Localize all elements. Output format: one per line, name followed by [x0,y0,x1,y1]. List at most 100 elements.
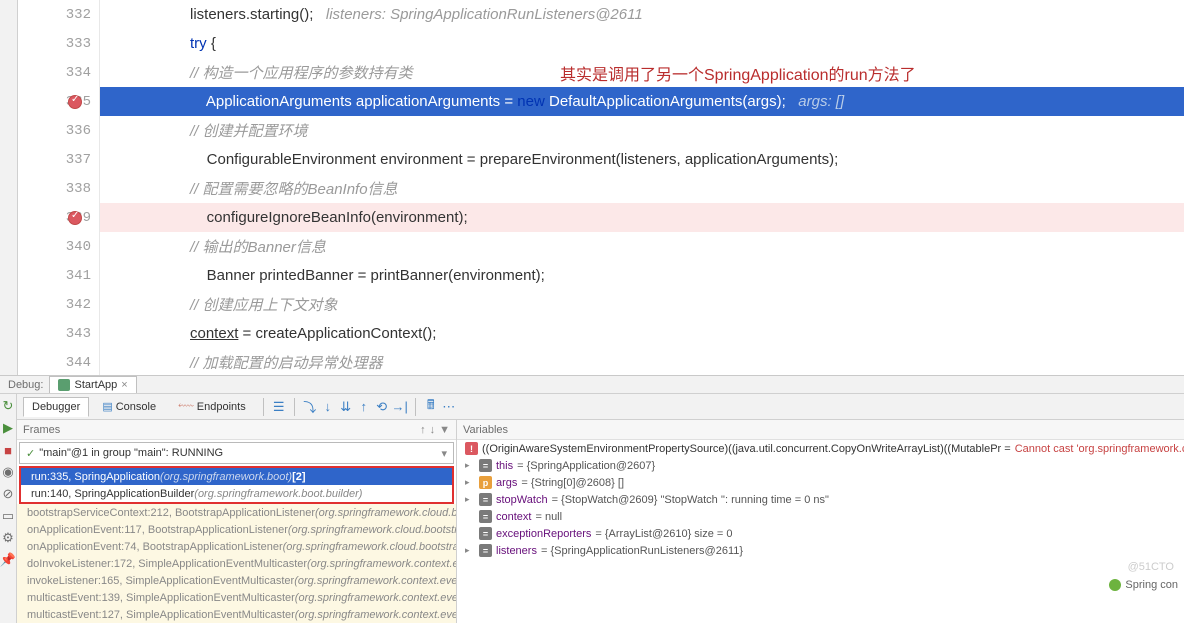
pin-icon[interactable]: 📌 [0,552,16,568]
code-editor: 332333334335336337338339340341342343344 … [0,0,1184,375]
stack-frame[interactable]: run:335, SpringApplication (org.springfr… [21,468,452,485]
tab-console[interactable]: ▤Console [93,396,165,417]
variable-row[interactable]: ▸=listeners = {SpringApplicationRunListe… [457,542,1184,559]
line-number[interactable]: 337 [0,145,99,174]
debug-header: Debug: StartApp × [0,376,1184,394]
line-number[interactable]: 333 [0,29,99,58]
spring-icon [1109,579,1121,591]
code-line[interactable]: // 输出的Banner信息 [100,232,1184,261]
force-step-into-icon[interactable]: ⇊ [339,400,353,414]
code-line[interactable]: listeners.starting(); listeners: SpringA… [100,0,1184,29]
stop-icon[interactable]: ■ [0,442,16,458]
code-line[interactable]: // 配置需要忽略的BeanInfo信息 [100,174,1184,203]
stack-frame[interactable]: onApplicationEvent:117, BootstrapApplica… [17,521,456,538]
stack-frame[interactable]: doInvokeListener:172, SimpleApplicationE… [17,555,456,572]
resume-icon[interactable]: ▶ [0,420,16,436]
var-type-icon: = [479,493,492,506]
line-number[interactable]: 344 [0,348,99,375]
expand-icon[interactable]: ▸ [465,494,475,505]
annotation-text: 其实是调用了另一个SpringApplication的run方法了 [560,61,916,85]
stack-frame[interactable]: multicastEvent:139, SimpleApplicationEve… [17,589,456,606]
expand-icon[interactable]: ▸ [465,477,475,488]
editor-code[interactable]: 其实是调用了另一个SpringApplication的run方法了 listen… [100,0,1184,375]
var-type-icon: = [479,510,492,523]
variable-row[interactable]: ▸=stopWatch = {StopWatch@2609} "StopWatc… [457,491,1184,508]
bug-icon [58,379,70,391]
frames-header: Frames ↑ ↓ ▼ [17,420,456,440]
var-type-icon: ! [465,442,478,455]
debug-panel: Debug: StartApp × ↻ ▶ ■ ◉ ⊘ ▭ ⚙ 📌 Debugg… [0,375,1184,593]
expand-icon[interactable]: ▸ [465,545,475,556]
code-line[interactable]: configureIgnoreBeanInfo(environment); [100,203,1184,232]
trace-icon[interactable]: ⋯ [442,400,456,414]
variable-row[interactable]: =exceptionReporters = {ArrayList@2610} s… [457,525,1184,542]
code-line[interactable]: ConfigurableEnvironment environment = pr… [100,145,1184,174]
stack-frame[interactable]: bootstrapServiceContext:212, BootstrapAp… [17,504,456,521]
debug-config-tab[interactable]: StartApp × [49,376,136,393]
mute-icon[interactable]: ⊘ [0,486,16,502]
stack-frame[interactable]: onApplicationEvent:74, BootstrapApplicat… [17,538,456,555]
run-to-cursor-icon[interactable]: →| [393,400,407,414]
stack-frame[interactable]: run:140, SpringApplicationBuilder (org.s… [21,485,452,502]
status-text: Spring con [1125,579,1178,591]
line-number[interactable]: 335 [0,87,99,116]
vars-header: Variables [457,420,1184,440]
line-number[interactable]: 343 [0,319,99,348]
var-type-icon: = [479,544,492,557]
close-icon[interactable]: × [121,379,127,391]
next-frame-icon[interactable]: ↓ [430,424,436,436]
variable-row[interactable]: ▸=this = {SpringApplication@2607} [457,457,1184,474]
line-number[interactable]: 338 [0,174,99,203]
expand-icon[interactable]: ▸ [465,460,475,471]
line-number[interactable]: 342 [0,290,99,319]
variable-row[interactable]: !((OriginAwareSystemEnvironmentPropertyS… [457,440,1184,457]
code-line[interactable]: try { [100,29,1184,58]
watermark: @51CTO [1128,561,1174,573]
filter-icon[interactable]: ▼ [439,424,450,436]
line-number[interactable]: 341 [0,261,99,290]
debug-center: Debugger ▤Console ⬳Endpoints ☰ ⤵ ↓ ⇊ ↑ ⟲… [17,394,1184,623]
debug-toolbar: Debugger ▤Console ⬳Endpoints ☰ ⤵ ↓ ⇊ ↑ ⟲… [17,394,1184,420]
thread-selector[interactable]: ✓ "main"@1 in group "main": RUNNING ▾ [19,442,454,464]
view-breakpoints-icon[interactable]: ◉ [0,464,16,480]
settings-icon[interactable]: ⚙ [0,530,16,546]
code-line[interactable]: // 创建应用上下文对象 [100,290,1184,319]
breakpoint-icon[interactable] [68,211,82,225]
evaluate-icon[interactable]: 🖩 [424,400,438,414]
code-line[interactable]: // 加载配置的启动异常处理器 [100,348,1184,375]
highlight-box: run:335, SpringApplication (org.springfr… [19,466,454,504]
code-line[interactable]: context = createApplicationContext(); [100,319,1184,348]
variable-row[interactable]: ▸pargs = {String[0]@2608} [] [457,474,1184,491]
stack-frame[interactable]: multicastEvent:127, SimpleApplicationEve… [17,606,456,623]
var-type-icon: = [479,459,492,472]
line-number[interactable]: 340 [0,232,99,261]
thread-label: "main"@1 in group "main": RUNNING [39,447,223,459]
stack-frame[interactable]: invokeListener:165, SimpleApplicationEve… [17,572,456,589]
tab-endpoints[interactable]: ⬳Endpoints [169,396,255,417]
step-into-icon[interactable]: ↓ [321,400,335,414]
variable-row[interactable]: =context = null [457,508,1184,525]
code-line[interactable]: // 创建并配置环境 [100,116,1184,145]
breakpoint-icon[interactable] [68,95,82,109]
step-over-icon[interactable]: ⤵ [303,400,317,414]
threads-icon[interactable]: ☰ [272,400,286,414]
debug-body: ↻ ▶ ■ ◉ ⊘ ▭ ⚙ 📌 Debugger ▤Console ⬳Endpo… [0,394,1184,623]
check-icon: ✓ [26,447,35,460]
prev-frame-icon[interactable]: ↑ [420,424,426,436]
line-number[interactable]: 336 [0,116,99,145]
line-number[interactable]: 332 [0,0,99,29]
dropdown-icon: ▾ [441,447,447,460]
step-out-icon[interactable]: ↑ [357,400,371,414]
editor-gutter[interactable]: 332333334335336337338339340341342343344 [0,0,100,375]
line-number[interactable]: 334 [0,58,99,87]
tab-debugger[interactable]: Debugger [23,397,89,417]
layout-icon[interactable]: ▭ [0,508,16,524]
code-line[interactable]: Banner printedBanner = printBanner(envir… [100,261,1184,290]
debug-tab-label: StartApp [74,379,117,391]
line-number[interactable]: 339 [0,203,99,232]
var-type-icon: = [479,527,492,540]
code-line[interactable]: ApplicationArguments applicationArgument… [100,87,1184,116]
debug-left-rail: ↻ ▶ ■ ◉ ⊘ ▭ ⚙ 📌 [0,394,17,623]
drop-frame-icon[interactable]: ⟲ [375,400,389,414]
rerun-icon[interactable]: ↻ [0,398,16,414]
